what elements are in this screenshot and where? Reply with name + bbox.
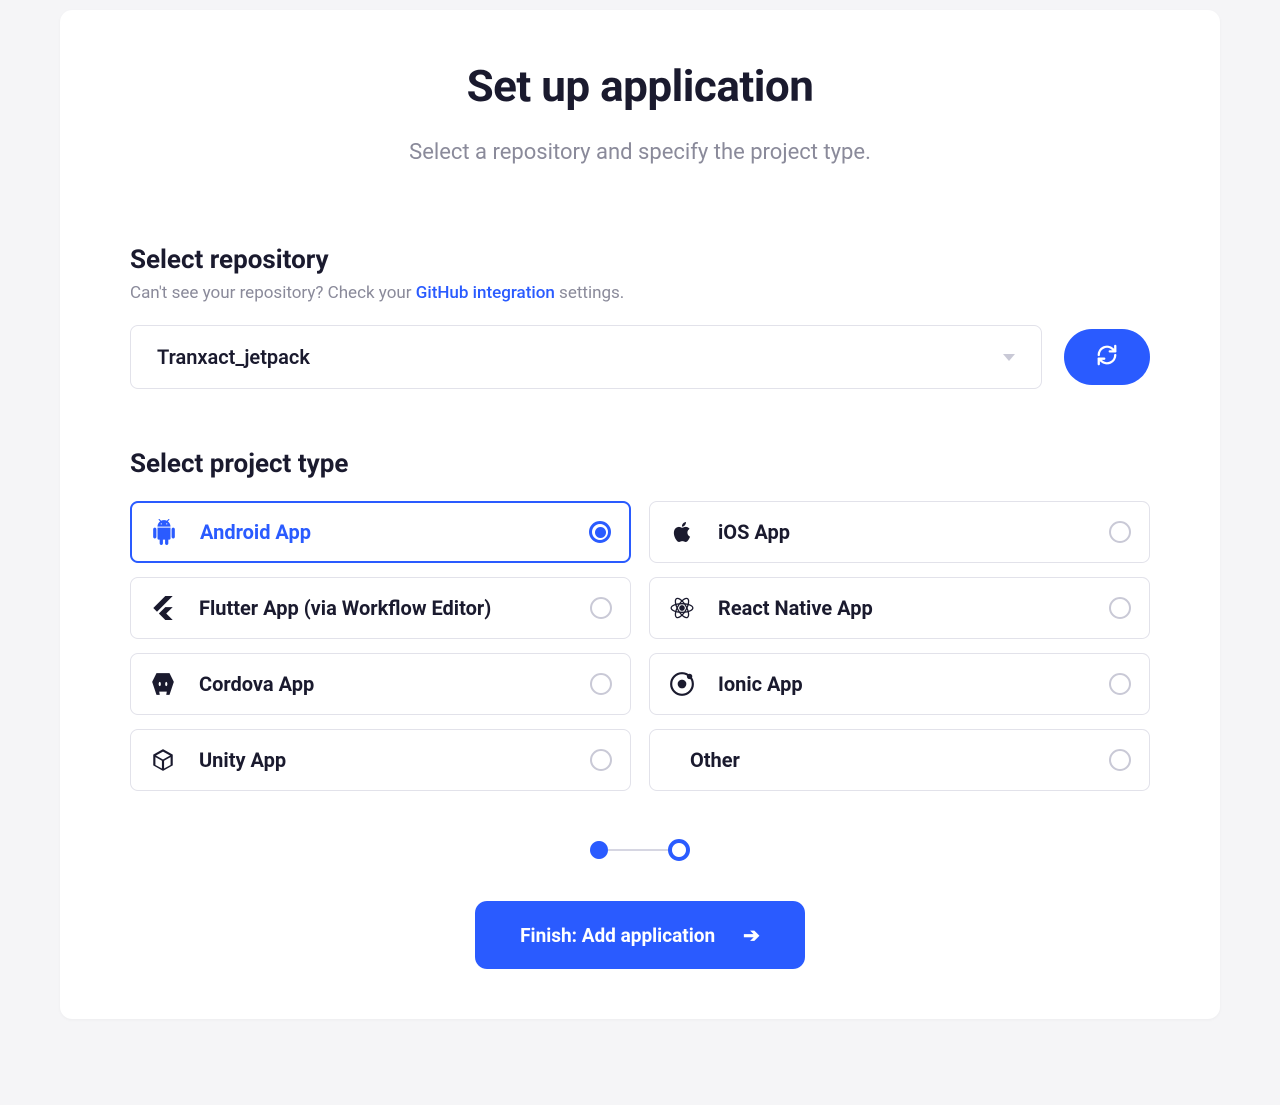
flutter-icon: [149, 594, 177, 622]
apple-icon: [668, 518, 696, 546]
project-type-ios[interactable]: iOS App: [649, 501, 1150, 563]
step-1-indicator: [590, 841, 608, 859]
project-type-cordova[interactable]: Cordova App: [130, 653, 631, 715]
project-type-grid: Android App iOS App Flutter App (via Wor…: [130, 501, 1150, 791]
repository-selected-value: Tranxact_jetpack: [157, 345, 310, 369]
page-subtitle: Select a repository and specify the proj…: [130, 140, 1150, 165]
project-type-label: Cordova App: [199, 672, 568, 696]
project-type-react-native[interactable]: React Native App: [649, 577, 1150, 639]
project-type-ionic[interactable]: Ionic App: [649, 653, 1150, 715]
react-icon: [668, 594, 696, 622]
chevron-down-icon: [1003, 354, 1015, 361]
finish-add-application-button[interactable]: Finish: Add application ➔: [475, 901, 805, 969]
finish-button-label: Finish: Add application: [520, 924, 715, 947]
step-connector: [608, 849, 668, 851]
cordova-icon: [149, 670, 177, 698]
radio-unselected: [590, 673, 612, 695]
help-text-suffix: settings.: [555, 283, 624, 303]
step-2-indicator: [668, 839, 690, 861]
repository-row: Tranxact_jetpack: [130, 325, 1150, 389]
android-icon: [150, 518, 178, 546]
radio-unselected: [1109, 673, 1131, 695]
radio-unselected: [590, 597, 612, 619]
project-type-android[interactable]: Android App: [130, 501, 631, 563]
project-type-label: Other: [690, 748, 1087, 772]
radio-unselected: [1109, 749, 1131, 771]
project-type-label: Unity App: [199, 748, 568, 772]
repository-help-text: Can't see your repository? Check your Gi…: [130, 283, 1150, 303]
radio-unselected: [1109, 597, 1131, 619]
setup-application-card: Set up application Select a repository a…: [60, 10, 1220, 1019]
project-type-label: React Native App: [718, 596, 1087, 620]
refresh-button[interactable]: [1064, 329, 1150, 385]
radio-unselected: [1109, 521, 1131, 543]
project-type-other[interactable]: Other: [649, 729, 1150, 791]
page-title: Set up application: [130, 60, 1150, 112]
project-type-label: Flutter App (via Workflow Editor): [199, 596, 568, 620]
arrow-right-icon: ➔: [743, 923, 760, 947]
project-type-label: Ionic App: [718, 672, 1087, 696]
github-integration-link[interactable]: GitHub integration: [416, 283, 555, 303]
progress-stepper: [130, 839, 1150, 861]
project-type-label: iOS App: [718, 520, 1087, 544]
radio-unselected: [590, 749, 612, 771]
refresh-icon: [1096, 344, 1118, 370]
project-type-section-title: Select project type: [130, 449, 1150, 479]
project-type-flutter[interactable]: Flutter App (via Workflow Editor): [130, 577, 631, 639]
repository-section-title: Select repository: [130, 245, 1150, 275]
radio-selected: [589, 521, 611, 543]
project-type-label: Android App: [200, 520, 567, 544]
unity-icon: [149, 746, 177, 774]
repository-select[interactable]: Tranxact_jetpack: [130, 325, 1042, 389]
project-type-unity[interactable]: Unity App: [130, 729, 631, 791]
help-text-prefix: Can't see your repository? Check your: [130, 283, 416, 303]
ionic-icon: [668, 670, 696, 698]
